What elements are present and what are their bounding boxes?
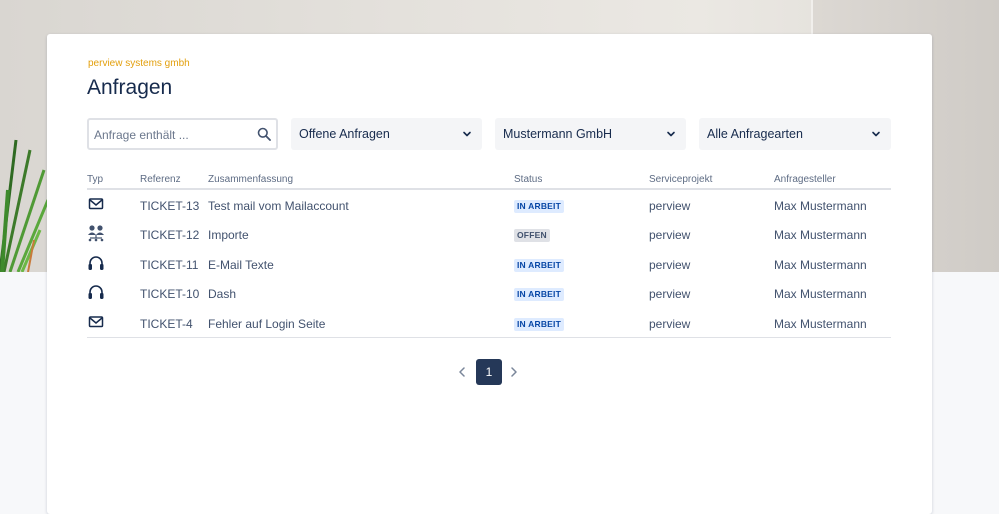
ticket-reference[interactable]: TICKET-10 (140, 287, 199, 301)
search-field[interactable] (87, 118, 278, 150)
requests-card: perview systems gmbh Anfragen Offene Anf… (47, 34, 932, 514)
service-project: perview (649, 287, 691, 302)
organization-filter-label: Mustermann GmbH (503, 127, 613, 141)
ticket-summary[interactable]: Test mail vom Mailaccount (208, 199, 349, 213)
service-project: perview (649, 257, 691, 272)
ticket-reference[interactable]: TICKET-12 (140, 228, 199, 242)
ticket-summary[interactable]: Importe (208, 228, 249, 242)
type-filter-label: Alle Anfragearten (707, 127, 803, 141)
table-bottom-divider (87, 336, 891, 338)
ticket-summary[interactable]: Dash (208, 287, 236, 301)
requester: Max Mustermann (774, 257, 867, 272)
status-badge: IN ARBEIT (514, 258, 564, 272)
headset-icon (88, 255, 104, 270)
status-filter-select[interactable]: Offene Anfragen (291, 118, 482, 150)
requester: Max Mustermann (774, 199, 867, 213)
column-header-status[interactable]: Status (514, 174, 542, 185)
ticket-summary[interactable]: Fehler auf Login Seite (208, 317, 325, 331)
table-row[interactable]: TICKET-4 Fehler auf Login Seite IN ARBEI… (87, 308, 891, 337)
company-name[interactable]: perview systems gmbh (88, 58, 190, 69)
table-row[interactable]: TICKET-11 E-Mail Texte IN ARBEIT perview… (87, 249, 891, 278)
column-header-anfragesteller[interactable]: Anfragesteller (774, 174, 836, 185)
status-badge: IN ARBEIT (514, 200, 564, 213)
search-input[interactable] (94, 127, 254, 143)
page-title: Anfragen (87, 76, 173, 99)
search-icon[interactable] (257, 127, 271, 141)
requester: Max Mustermann (774, 228, 867, 243)
chevron-right-icon[interactable] (510, 367, 518, 377)
chevron-left-icon[interactable] (458, 367, 466, 377)
chevron-down-icon (667, 131, 675, 137)
requester: Max Mustermann (774, 316, 867, 331)
headset-icon (88, 285, 104, 300)
status-filter-label: Offene Anfragen (299, 127, 390, 141)
column-header-zusammenfassung[interactable]: Zusammenfassung (208, 174, 293, 185)
status-badge: IN ARBEIT (514, 317, 564, 331)
ticket-reference[interactable]: TICKET-13 (140, 199, 199, 213)
chevron-down-icon (463, 131, 471, 137)
table-row[interactable]: TICKET-10 Dash IN ARBEIT perview Max Mus… (87, 278, 891, 307)
mail-icon (88, 198, 104, 210)
plant-decoration (0, 139, 48, 272)
people-icon (88, 225, 104, 242)
requester: Max Mustermann (774, 287, 867, 302)
column-header-serviceprojekt[interactable]: Serviceprojekt (649, 174, 712, 185)
organization-filter-select[interactable]: Mustermann GmbH (495, 118, 686, 150)
chevron-down-icon (872, 131, 880, 137)
page-button-current[interactable]: 1 (476, 359, 502, 385)
status-badge: OFFEN (514, 229, 550, 243)
table-header: Typ Referenz Zusammenfassung Status Serv… (87, 174, 891, 190)
type-filter-select[interactable]: Alle Anfragearten (699, 118, 891, 150)
service-project: perview (649, 199, 691, 213)
ticket-reference[interactable]: TICKET-11 (140, 258, 198, 272)
ticket-reference[interactable]: TICKET-4 (140, 317, 193, 331)
service-project: perview (649, 228, 691, 243)
column-header-referenz[interactable]: Referenz (140, 174, 181, 185)
ticket-summary[interactable]: E-Mail Texte (208, 258, 274, 272)
requests-table: Typ Referenz Zusammenfassung Status Serv… (87, 174, 891, 338)
column-header-typ[interactable]: Typ (87, 174, 103, 185)
table-row[interactable]: TICKET-12 Importe OFFEN perview Max Must… (87, 219, 891, 248)
service-project: perview (649, 316, 691, 331)
mail-icon (88, 315, 104, 327)
table-row[interactable]: TICKET-13 Test mail vom Mailaccount IN A… (87, 190, 891, 219)
status-badge: IN ARBEIT (514, 288, 564, 302)
